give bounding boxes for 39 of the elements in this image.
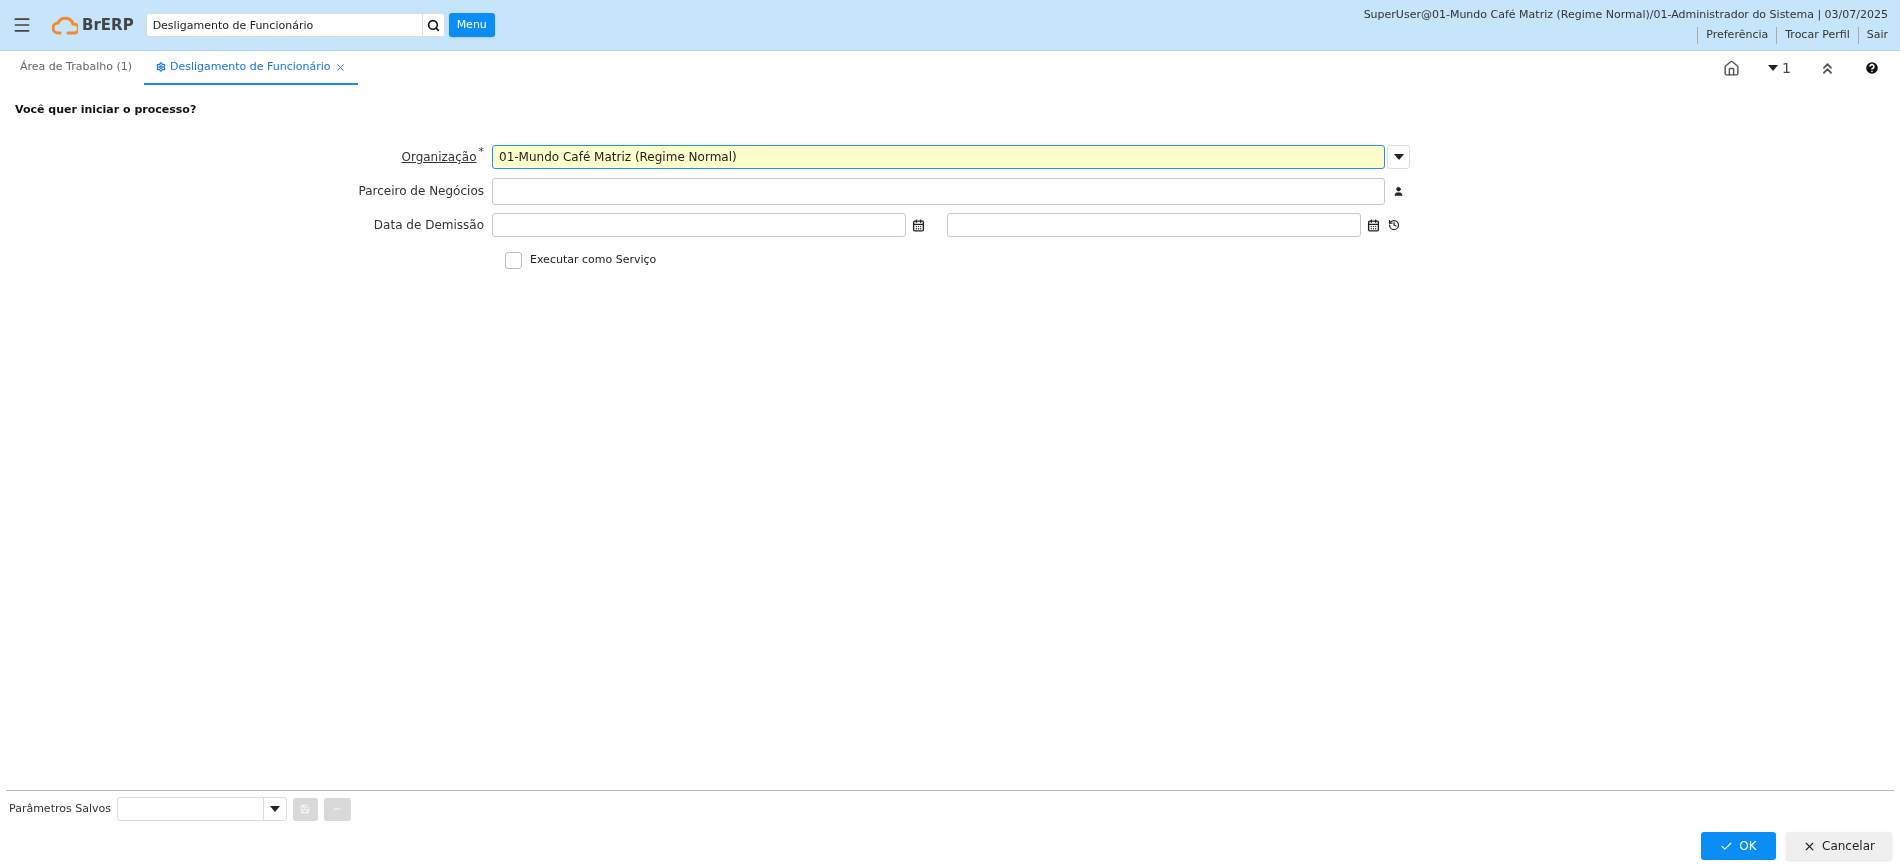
caret-icon	[1393, 154, 1404, 160]
home-icon[interactable]	[1723, 59, 1741, 77]
header-link[interactable]: Trocar Perfil	[1776, 27, 1858, 44]
save-icon	[300, 804, 311, 814]
logo-text: BrERP	[82, 14, 134, 36]
business-partner-field[interactable]	[492, 177, 1385, 205]
field-label: Data de Demissão	[373, 217, 484, 234]
tab[interactable]: Área de Trabalho (1)	[8, 51, 144, 85]
cloud-logo-icon	[52, 15, 78, 35]
menu-icon[interactable]	[12, 15, 32, 35]
gear-icon	[156, 62, 166, 72]
calendar-icon[interactable]	[912, 218, 925, 232]
saved-params-label: Parâmetros Salvos	[9, 800, 111, 817]
window-count[interactable]: 1	[1782, 57, 1791, 79]
search-button[interactable]	[422, 13, 445, 37]
date-to-field[interactable]	[947, 213, 1361, 237]
search-field[interactable]: Desligamento de Funcionário	[145, 13, 423, 37]
help-icon[interactable]	[1864, 60, 1880, 76]
field-label: Organização	[401, 149, 477, 166]
cancel-button[interactable]: Cancelar	[1786, 832, 1892, 860]
header-link[interactable]: Preferência	[1697, 27, 1777, 44]
caret-icon	[269, 806, 280, 812]
organization-field[interactable]: 01-Mundo Café Matriz (Regime Normal)	[492, 145, 1385, 169]
process-question: Você quer iniciar o processo?	[15, 103, 197, 116]
calendar-icon[interactable]	[1367, 218, 1380, 232]
header-link[interactable]: Sair	[1857, 27, 1888, 44]
close-icon[interactable]	[334, 61, 346, 73]
checkbox-label: Executar como Serviço	[530, 251, 657, 268]
person-icon[interactable]	[1393, 185, 1404, 197]
checkbox[interactable]	[505, 251, 522, 269]
tab[interactable]: Desligamento de Funcionário	[144, 51, 358, 85]
user-info: SuperUser@01-Mundo Café Matriz (Regime Normal)/01-Administrador do Sistema | 03/07/2025	[1363, 6, 1888, 23]
caret-down-icon	[1768, 65, 1779, 71]
dropdown-button[interactable]	[1387, 145, 1410, 169]
search-icon	[426, 18, 440, 32]
date-from-field[interactable]	[492, 213, 906, 237]
required-mark: *	[478, 144, 484, 160]
field-label: Parceiro de Negócios	[358, 183, 484, 200]
history-icon[interactable]	[1388, 219, 1400, 231]
